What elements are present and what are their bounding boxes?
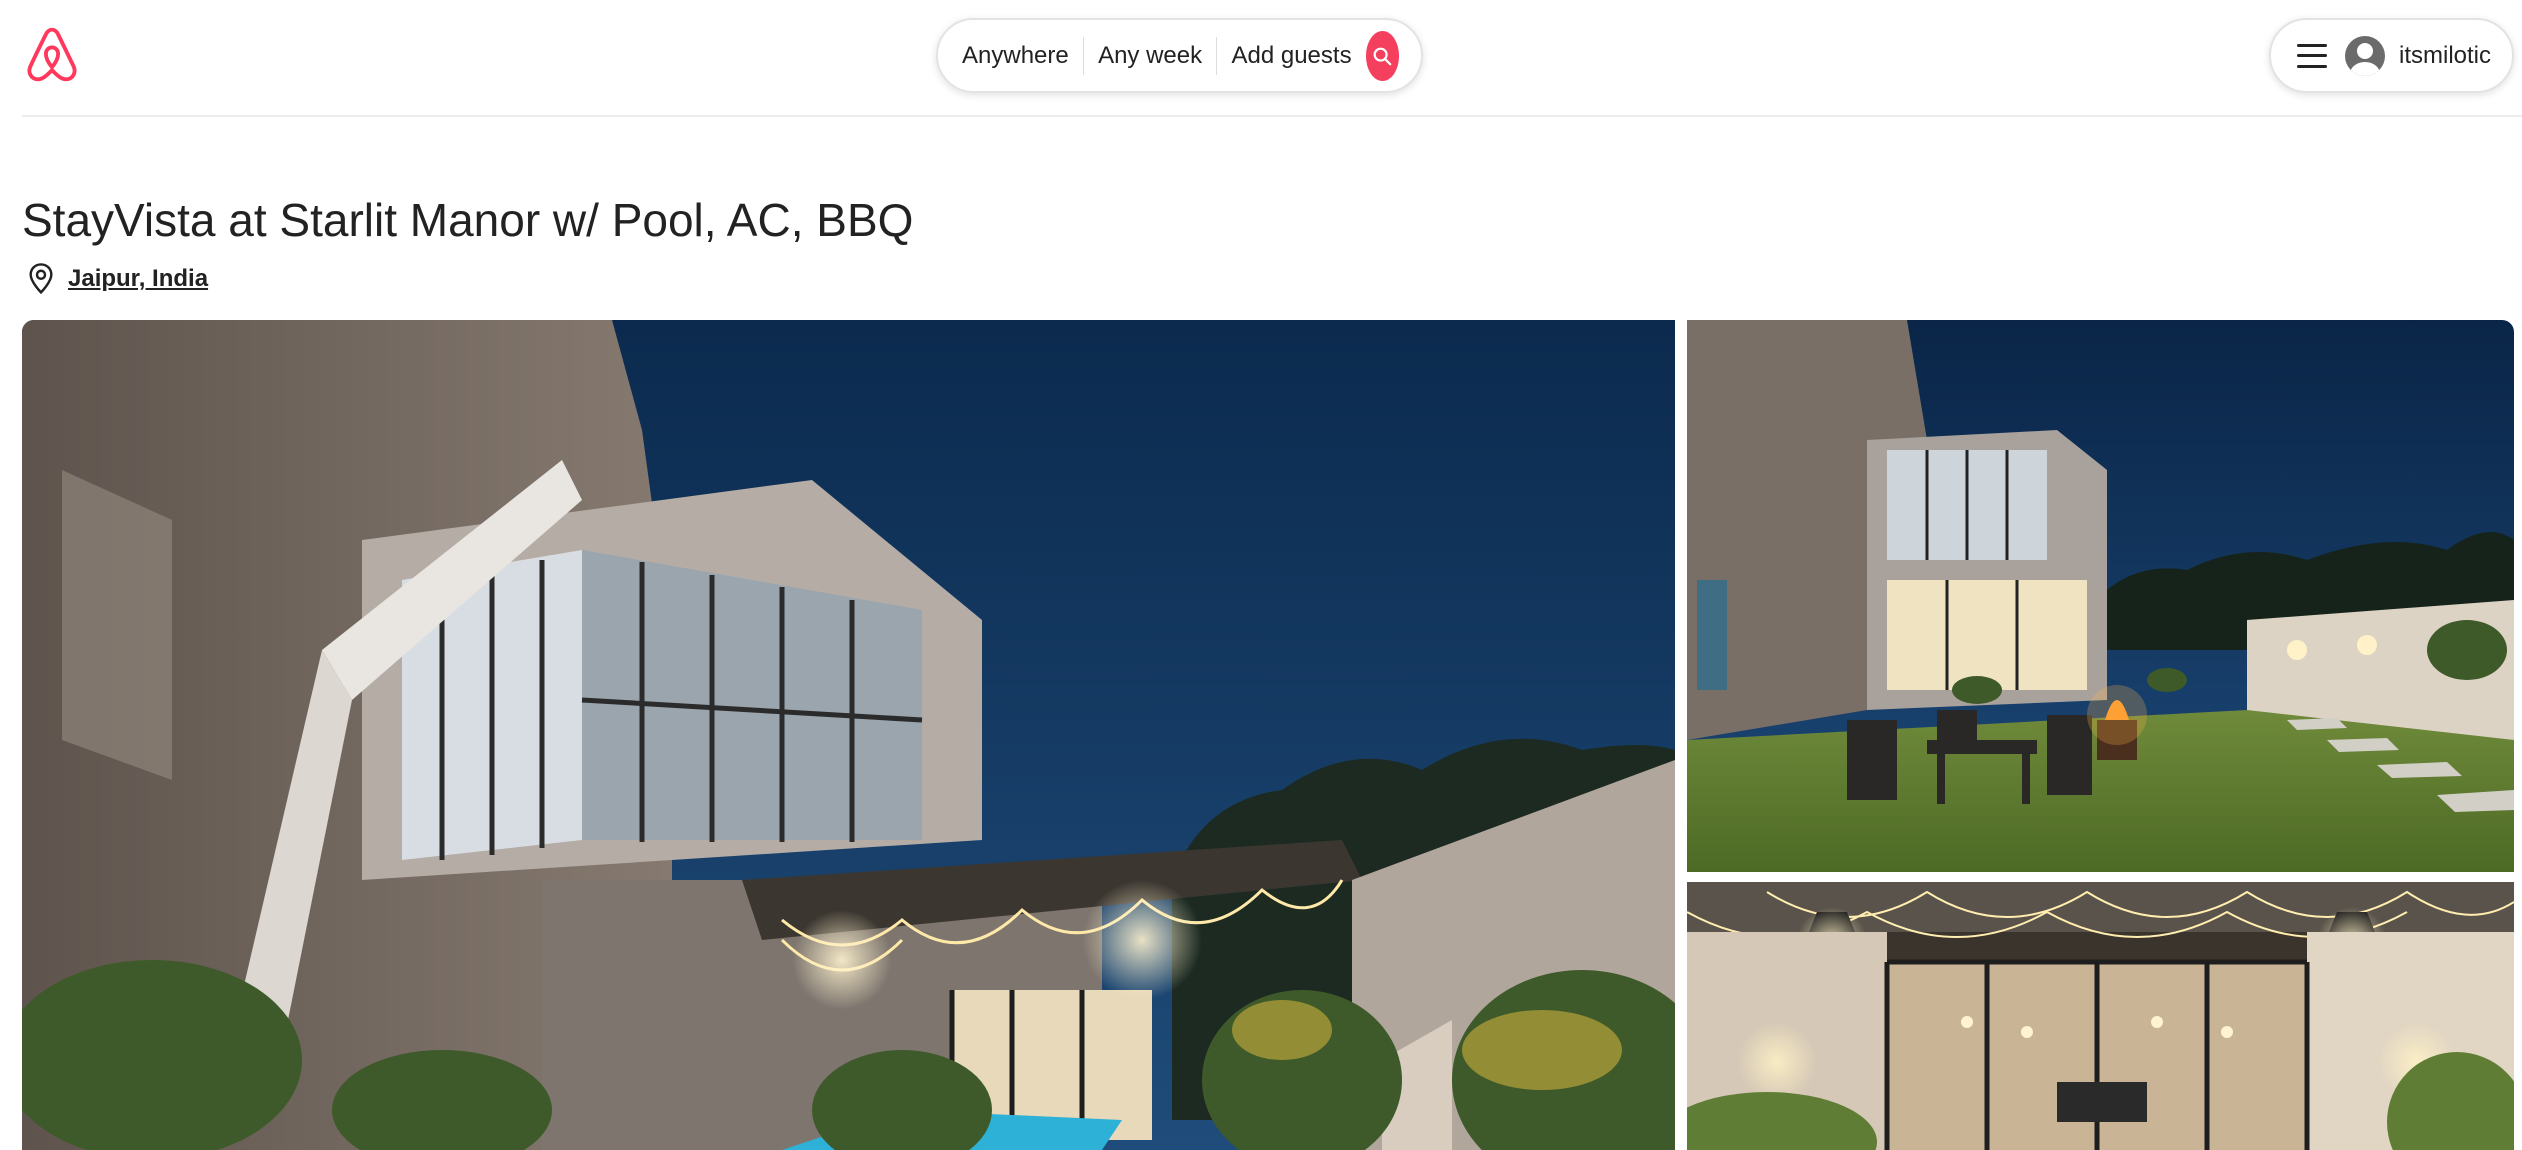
search-icon	[1373, 47, 1392, 65]
hamburger-menu-icon	[2297, 43, 2327, 68]
search-bar[interactable]: Anywhere Any week Add guests	[936, 18, 1423, 93]
villa-exterior-night-photo[interactable]	[22, 320, 1675, 1150]
user-avatar-icon	[2345, 35, 2385, 76]
header-divider	[22, 115, 2522, 117]
airbnb-logo-icon[interactable]	[24, 26, 80, 84]
user-menu-button[interactable]: itsmilotic	[2269, 18, 2514, 93]
listing-location: Jaipur, India	[26, 262, 208, 296]
search-location[interactable]: Anywhere	[938, 43, 1083, 68]
search-guests[interactable]: Add guests	[1217, 43, 1365, 68]
top-navbar: Anywhere Any week Add guests itsmilotic	[0, 0, 2522, 117]
username: itsmilotic	[2399, 41, 2492, 69]
map-pin-icon	[26, 262, 56, 296]
listing-title: StayVista at Starlit Manor w/ Pool, AC, …	[22, 194, 914, 246]
patio-string-lights-photo[interactable]	[1687, 882, 2514, 1150]
villa-garden-firepit-photo[interactable]	[1687, 320, 2514, 872]
photo-gallery	[22, 320, 2514, 1150]
search-button[interactable]	[1365, 30, 1400, 81]
search-dates[interactable]: Any week	[1084, 43, 1216, 68]
location-link[interactable]: Jaipur, India	[68, 265, 208, 293]
